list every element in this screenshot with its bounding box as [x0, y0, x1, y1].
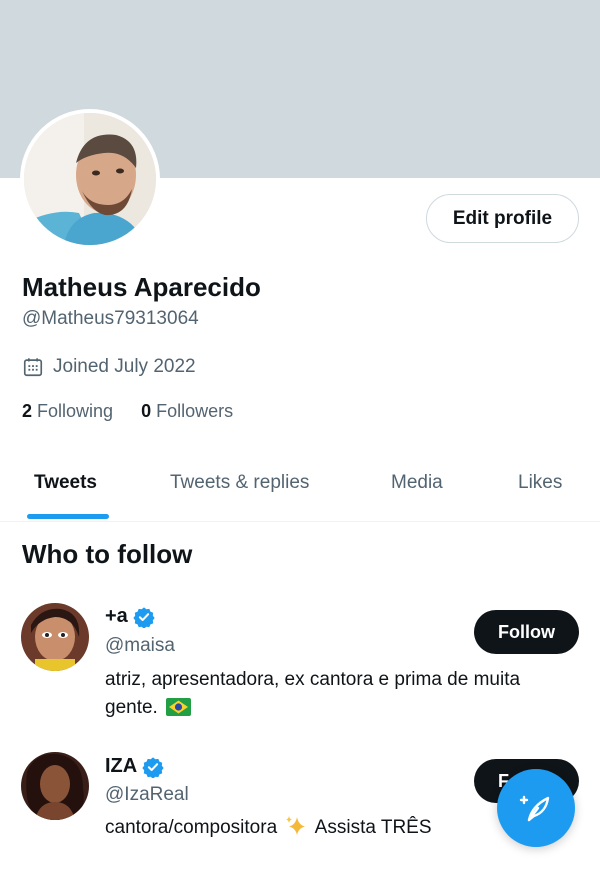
user-name-text: IZA — [105, 755, 138, 777]
joined-date: Joined July 2022 — [22, 356, 196, 378]
user-bio-text-end: Assista TRÊS — [314, 817, 432, 838]
user-avatar-iza[interactable] — [21, 752, 89, 820]
profile-handle: @Matheus79313064 — [22, 308, 199, 329]
user-bio-maisa: atriz, apresentadora, ex cantora e prima… — [105, 666, 575, 722]
user-handle-iza: @IzaReal — [105, 784, 189, 805]
tab-tweets-replies[interactable]: Tweets & replies — [170, 472, 309, 494]
profile-photo — [24, 113, 156, 245]
following-link[interactable]: 2 Following — [22, 401, 113, 422]
sparkles-icon — [286, 816, 306, 835]
tab-likes[interactable]: Likes — [518, 472, 562, 494]
user-name-maisa[interactable]: +a — [105, 605, 155, 628]
calendar-icon — [23, 358, 43, 377]
verified-badge-icon — [142, 756, 164, 778]
verified-badge-icon — [133, 606, 155, 628]
user-avatar-maisa[interactable] — [21, 603, 89, 671]
who-to-follow-title: Who to follow — [22, 539, 193, 569]
joined-text: Joined July 2022 — [53, 356, 196, 377]
followers-link[interactable]: 0 Followers — [141, 401, 233, 422]
profile-avatar[interactable] — [20, 109, 160, 249]
follow-stats: 2 Following 0 Followers — [22, 401, 261, 422]
user-bio-text-start: cantora/compositora — [105, 817, 278, 838]
followers-count: 0 — [141, 401, 152, 421]
profile-tabs: Tweets Tweets & replies Media Likes — [0, 448, 600, 522]
user-handle-maisa: @maisa — [105, 635, 175, 656]
profile-name: Matheus Aparecido — [22, 272, 261, 302]
user-name-text: +a — [105, 605, 128, 627]
user-name-iza[interactable]: IZA — [105, 755, 164, 778]
active-tab-indicator — [27, 514, 109, 519]
avatar-photo — [21, 603, 89, 671]
avatar-photo — [21, 752, 89, 820]
follow-button-maisa[interactable]: Follow — [474, 610, 579, 654]
compose-tweet-icon — [519, 795, 550, 822]
followers-label: Followers — [156, 401, 234, 421]
tab-tweets[interactable]: Tweets — [34, 472, 97, 494]
brazil-flag-icon — [166, 698, 192, 716]
following-count: 2 — [22, 401, 33, 421]
edit-profile-button[interactable]: Edit profile — [426, 194, 579, 243]
compose-tweet-button[interactable] — [497, 769, 575, 847]
following-label: Following — [37, 401, 114, 421]
tab-media[interactable]: Media — [391, 472, 443, 494]
